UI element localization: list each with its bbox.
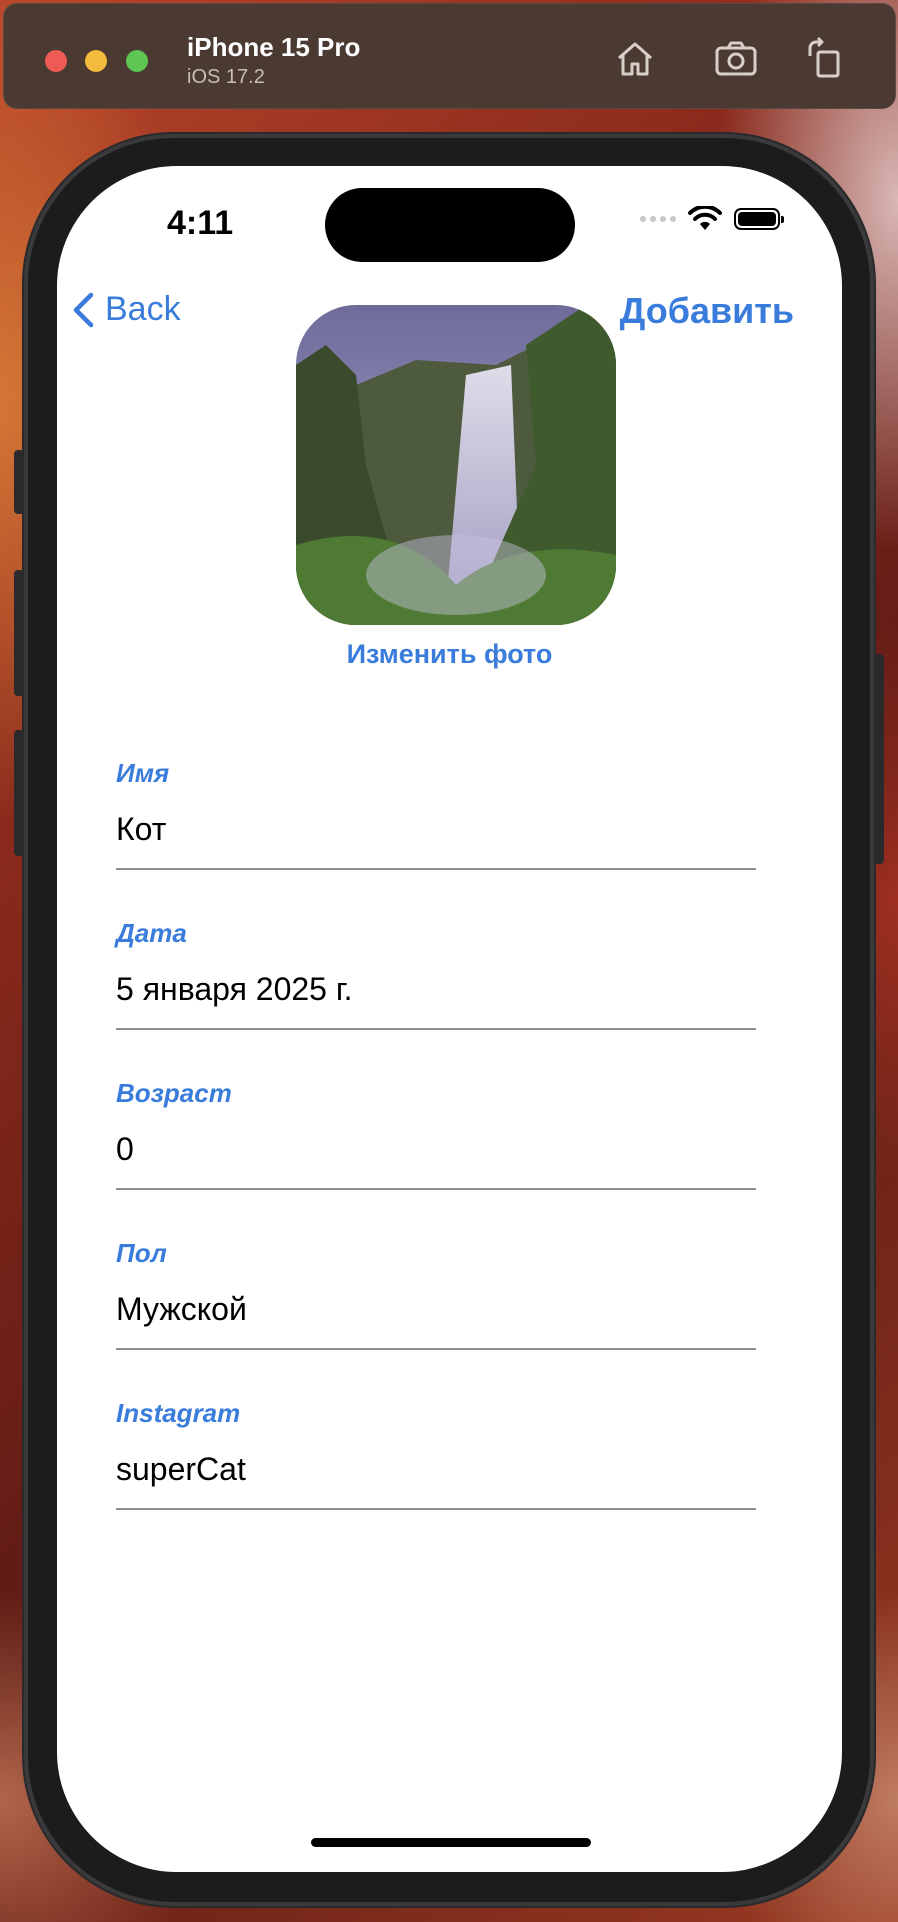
back-label: Back — [105, 290, 181, 328]
date-input[interactable]: 5 января 2025 г. — [116, 971, 756, 1008]
close-window-button[interactable] — [45, 50, 67, 72]
name-field[interactable]: Имя Кот — [116, 758, 756, 870]
instagram-input[interactable]: superCat — [116, 1451, 756, 1488]
status-indicators — [640, 206, 784, 232]
name-input[interactable]: Кот — [116, 811, 756, 848]
screenshot-icon[interactable] — [713, 36, 759, 82]
back-button[interactable]: Back — [71, 290, 181, 329]
zoom-window-button[interactable] — [126, 50, 148, 72]
signal-icon — [640, 216, 676, 222]
minimize-window-button[interactable] — [85, 50, 107, 72]
field-divider — [116, 1508, 756, 1510]
device-name: iPhone 15 Pro — [187, 32, 361, 62]
instagram-field[interactable]: Instagram superCat — [116, 1398, 756, 1510]
change-photo-button[interactable]: Изменить фото — [57, 639, 842, 670]
chevron-left-icon — [73, 292, 94, 327]
wifi-icon — [688, 206, 722, 230]
battery-icon — [734, 208, 784, 230]
field-divider — [116, 868, 756, 870]
waterfall-photo-image — [296, 305, 616, 625]
field-divider — [116, 1348, 756, 1350]
status-time: 4:11 — [167, 204, 234, 242]
phone-screen: 4:11 Back Добавить Изменить фото Имя Кот… — [57, 166, 842, 1872]
os-version: iOS 17.2 — [187, 66, 265, 88]
field-label: Дата — [116, 918, 187, 948]
age-input[interactable]: 0 — [116, 1131, 756, 1168]
simulator-titlebar: iPhone 15 Pro iOS 17.2 — [3, 3, 896, 109]
home-icon[interactable] — [612, 36, 658, 82]
volume-down-button — [14, 730, 24, 856]
volume-up-button — [14, 570, 24, 696]
field-label: Пол — [116, 1238, 167, 1268]
power-button — [874, 654, 884, 864]
dynamic-island — [325, 188, 575, 262]
field-label: Instagram — [116, 1398, 241, 1428]
field-divider — [116, 1028, 756, 1030]
action-button — [14, 450, 24, 514]
field-label: Возраст — [116, 1078, 232, 1108]
gender-input[interactable]: Мужской — [116, 1291, 756, 1328]
gender-field[interactable]: Пол Мужской — [116, 1238, 756, 1350]
add-button[interactable]: Добавить — [620, 290, 794, 332]
date-field[interactable]: Дата 5 января 2025 г. — [116, 918, 756, 1030]
pet-photo[interactable] — [296, 305, 616, 625]
rotate-icon[interactable] — [804, 36, 850, 82]
home-indicator[interactable] — [311, 1838, 591, 1847]
field-label: Имя — [116, 758, 170, 788]
field-divider — [116, 1188, 756, 1190]
age-field[interactable]: Возраст 0 — [116, 1078, 756, 1190]
